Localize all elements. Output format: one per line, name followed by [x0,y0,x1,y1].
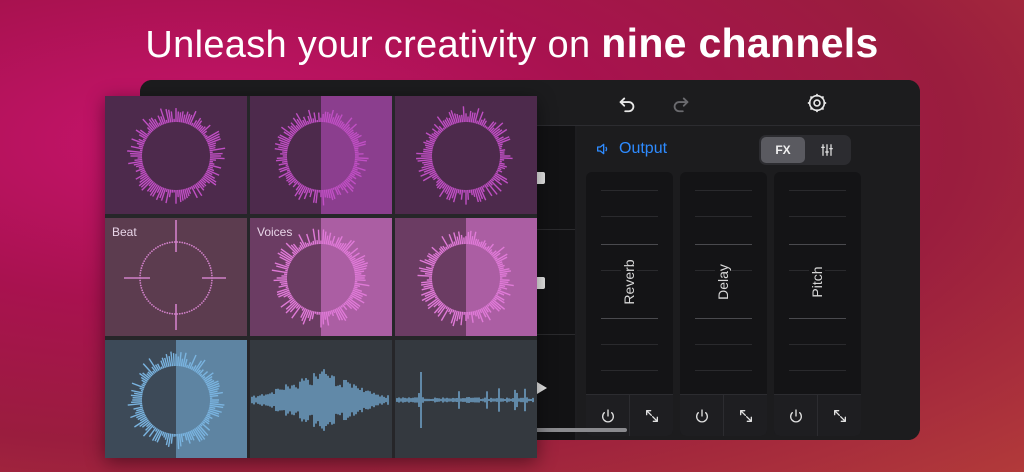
fx-scale-line [695,190,752,191]
fx-label: Pitch [809,262,825,302]
fx-scale-line [789,244,846,245]
redo-icon[interactable] [670,92,692,114]
play-icon[interactable] [537,382,547,394]
waveform-visual [417,230,514,327]
fx-scale-line [601,318,658,319]
fx-scale-line [601,244,658,245]
headline-regular: Unleash your creativity on [145,24,602,66]
tab-mixer[interactable] [805,137,849,163]
tab-fx[interactable]: FX [761,137,805,163]
output-mode-segmented: FX [759,135,851,165]
channel-pad-4[interactable]: Beat [105,218,247,336]
channel-pad-6[interactable] [395,218,537,336]
output-panel: Output FX Reverb Delay Pitch [577,126,920,440]
speaker-icon [597,143,608,155]
waveform-visual [127,108,226,204]
channel-pad-3[interactable] [395,96,537,214]
fx-scale-line [695,216,752,217]
expand-icon[interactable] [817,395,861,436]
waveform-visual [251,369,389,431]
mixer-sliders-icon [821,144,833,156]
channel-pad-9[interactable] [395,340,537,458]
waveform-visual [416,106,513,205]
headline: Unleash your creativity on nine channels [0,20,1024,67]
channel-grid: Beat Voices [105,96,537,458]
channel-label: Beat [112,225,137,239]
channel-pad-2[interactable] [250,96,392,214]
channel-pad-5[interactable]: Voices [250,218,392,336]
fx-scale-line [695,344,752,345]
fx-scale-line [695,370,752,371]
gear-icon[interactable] [806,92,828,114]
fx-scale-line [789,190,846,191]
power-icon[interactable] [680,395,723,436]
fx-reverb[interactable]: Reverb [586,172,673,436]
fx-scale-line [789,344,846,345]
fx-scale-line [789,216,846,217]
fx-scale-line [789,318,846,319]
channel-pad-8[interactable] [250,340,392,458]
fx-scale-line [695,318,752,319]
output-label: Output [619,140,668,157]
fx-label: Reverb [621,255,637,309]
channel-pad-7[interactable] [105,340,247,458]
fx-pitch[interactable]: Pitch [774,172,861,436]
undo-icon[interactable] [616,92,638,114]
headline-bold: nine channels [601,20,879,66]
channel-pad-1[interactable] [105,96,247,214]
fx-scale-line [789,370,846,371]
fx-scale-line [601,344,658,345]
fx-label: Delay [715,260,731,304]
fx-controls [774,394,861,436]
fx-scale-line [601,370,658,371]
expand-icon[interactable] [723,395,767,436]
waveform-visual [396,372,534,428]
power-icon[interactable] [774,395,817,436]
channel-label: Voices [257,225,293,239]
expand-icon[interactable] [629,395,673,436]
fx-scale-line [601,216,658,217]
output-header[interactable]: Output [595,140,667,158]
fx-delay[interactable]: Delay [680,172,767,436]
fx-scale-line [695,244,752,245]
fx-controls [680,394,767,436]
horizontal-scrollbar[interactable] [535,428,627,432]
fx-scale-line [601,190,658,191]
waveform-visual [274,109,369,206]
waveform-visual [127,351,225,450]
